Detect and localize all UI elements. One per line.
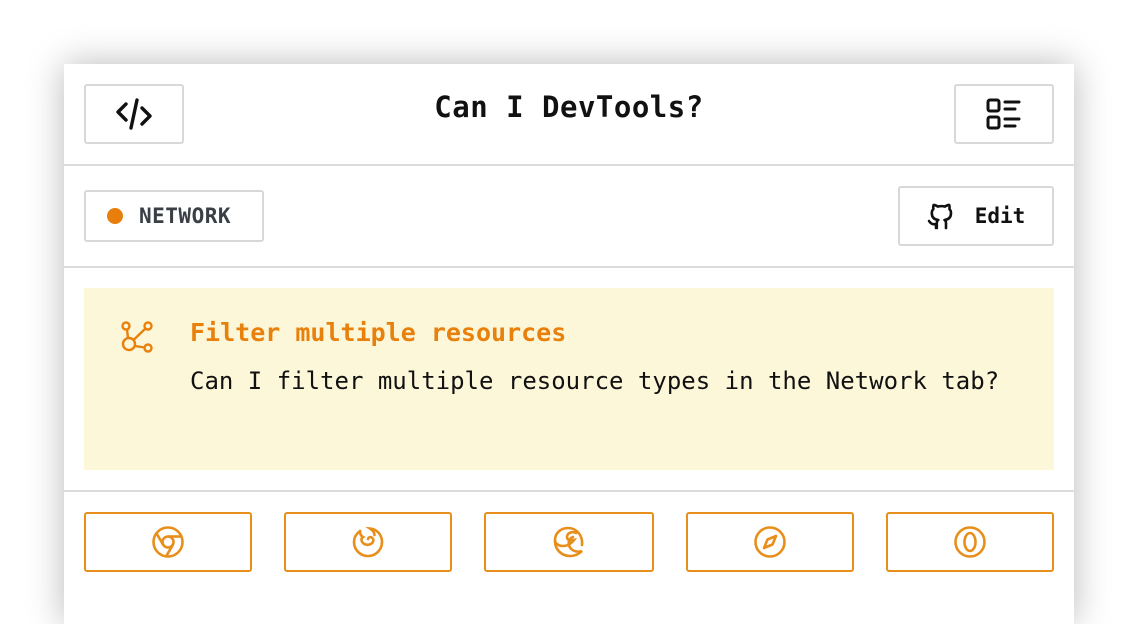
edit-button[interactable]: Edit <box>898 186 1054 246</box>
feature-divider <box>64 490 1074 492</box>
header-divider <box>64 164 1074 166</box>
network-icon <box>121 321 153 353</box>
edge-icon <box>553 526 584 558</box>
list-view-button[interactable] <box>954 84 1054 144</box>
firefox-icon <box>352 526 384 558</box>
github-icon <box>927 203 953 230</box>
browser-button-edge[interactable] <box>484 512 654 572</box>
feature-card: Can I DevTools? NETWORK Edit Filter mult… <box>64 64 1074 624</box>
safari-icon <box>754 526 786 558</box>
category-badge[interactable]: NETWORK <box>84 190 264 242</box>
edit-label: Edit <box>974 204 1026 228</box>
chrome-icon <box>152 526 184 558</box>
category-divider <box>64 266 1074 268</box>
browser-button-opera[interactable] <box>886 512 1054 572</box>
category-dot <box>107 208 123 224</box>
feature-title: Filter multiple resources <box>190 318 567 347</box>
page-title: Can I DevTools? <box>434 90 704 124</box>
category-label: NETWORK <box>139 204 232 228</box>
feature-box: Filter multiple resources Can I filter m… <box>84 288 1054 470</box>
feature-description: Can I filter multiple resource types in … <box>190 367 1000 395</box>
browser-button-chrome[interactable] <box>84 512 252 572</box>
opera-icon <box>954 526 986 558</box>
browser-button-safari[interactable] <box>686 512 854 572</box>
list-icon <box>986 98 1021 130</box>
browser-button-firefox[interactable] <box>284 512 452 572</box>
